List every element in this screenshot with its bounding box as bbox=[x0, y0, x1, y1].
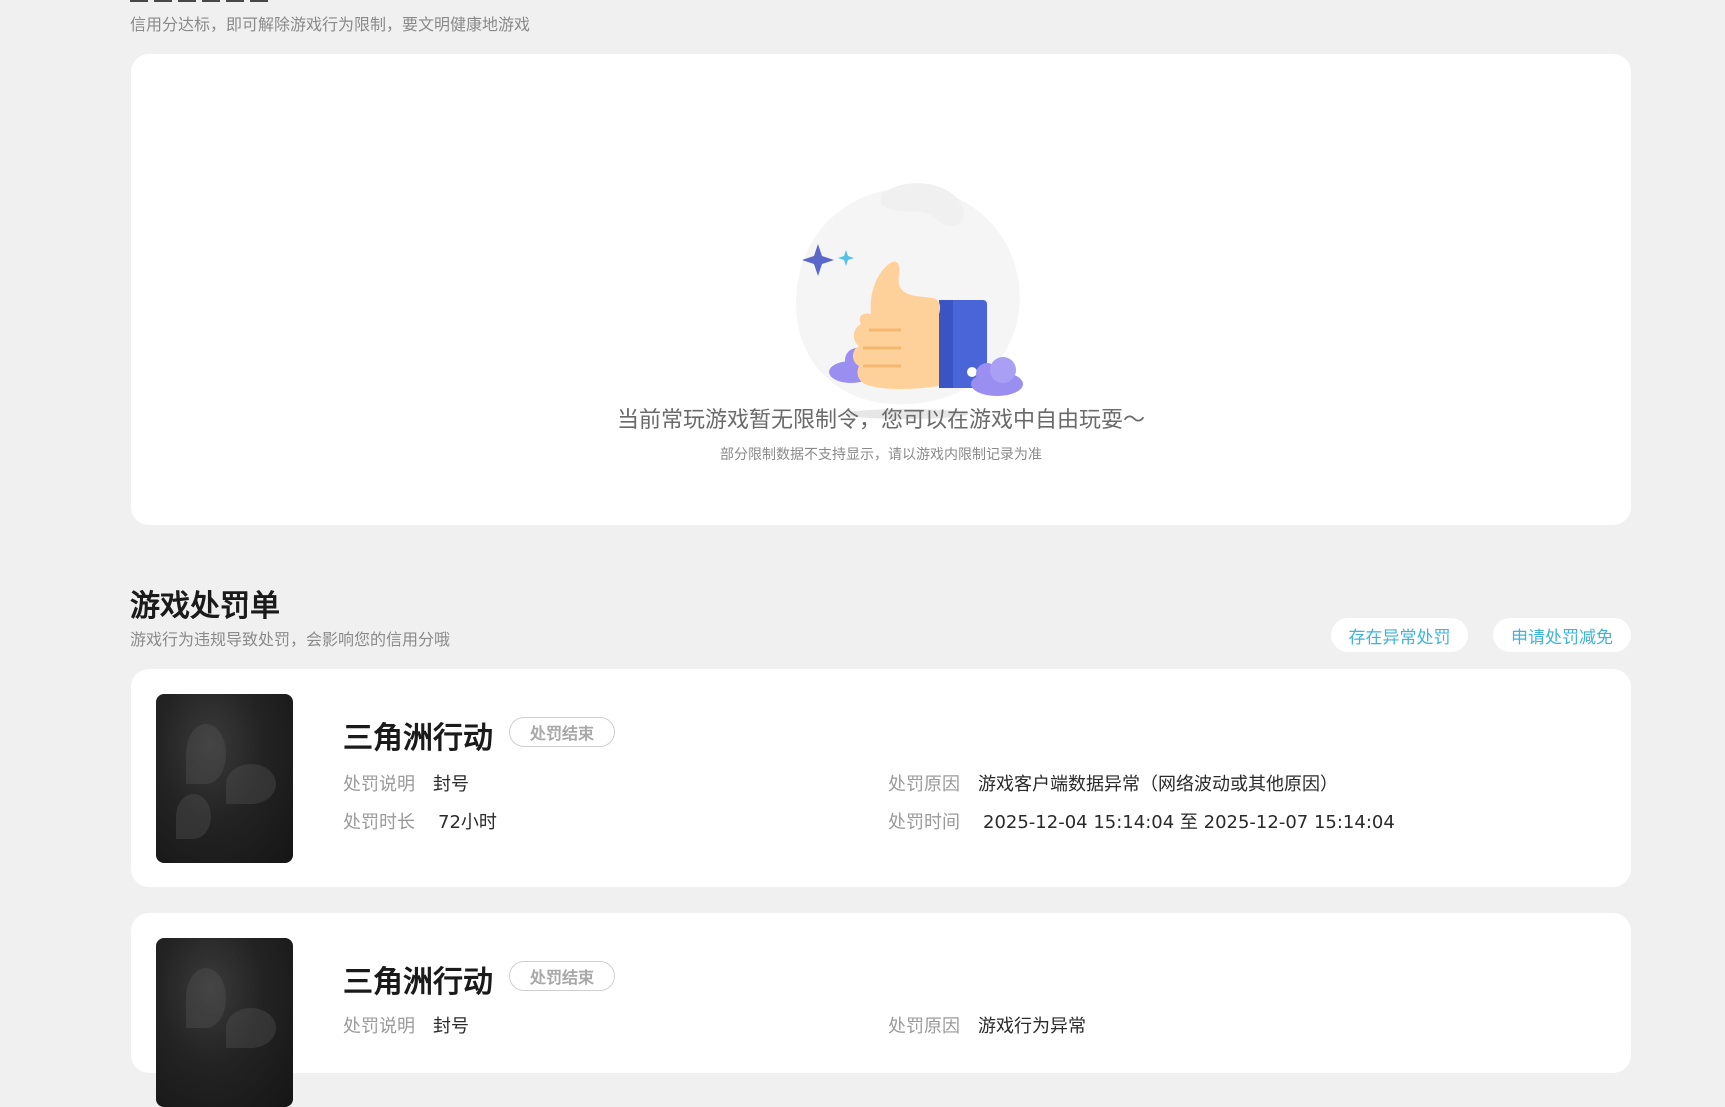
penalty-duration-label: 处罚时长 bbox=[343, 812, 415, 833]
game-thumbnail bbox=[156, 694, 293, 863]
penalty-time-value: 2025-12-04 15:14:04 至 2025-12-07 15:14:0… bbox=[983, 812, 1395, 833]
penalty-card: 三角洲行动 处罚结束 处罚说明 封号 处罚原因 游戏行为异常 bbox=[131, 913, 1631, 1107]
penalty-reason-value: 游戏客户端数据异常（网络波动或其他原因） bbox=[978, 774, 1338, 795]
penalty-section-title: 游戏处罚单 bbox=[130, 589, 280, 624]
penalty-subtitle: 游戏行为违规导致处罚，会影响您的信用分哦 bbox=[130, 630, 451, 649]
game-title: 三角洲行动 bbox=[343, 965, 493, 1000]
penalty-desc-value: 封号 bbox=[433, 774, 469, 795]
penalty-desc-label: 处罚说明 bbox=[343, 1016, 415, 1037]
empty-state-note: 部分限制数据不支持显示，请以游戏内限制记录为准 bbox=[720, 447, 1042, 463]
empty-state-title: 当前常玩游戏暂无限制令，您可以在游戏中自由玩耍～ bbox=[616, 408, 1145, 433]
status-badge: 处罚结束 bbox=[509, 961, 615, 991]
game-thumbnail bbox=[156, 938, 293, 1107]
abnormal-penalty-button[interactable]: 存在异常处罚 bbox=[1331, 618, 1468, 652]
penalty-desc-value: 封号 bbox=[433, 1016, 469, 1037]
penalty-duration-value: 72小时 bbox=[438, 812, 497, 833]
penalty-reason-value: 游戏行为异常 bbox=[978, 1016, 1086, 1037]
penalty-time-label: 处罚时间 bbox=[888, 812, 960, 833]
status-badge: 处罚结束 bbox=[509, 717, 615, 747]
penalty-reduction-button[interactable]: 申请处罚减免 bbox=[1493, 618, 1631, 652]
restriction-subtitle: 信用分达标，即可解除游戏行为限制，要文明健康地游戏 bbox=[130, 15, 531, 34]
restriction-card: 当前常玩游戏暂无限制令，您可以在游戏中自由玩耍～ 部分限制数据不支持显示，请以游… bbox=[131, 54, 1631, 525]
thumbs-up-icon bbox=[751, 124, 1051, 434]
game-title: 三角洲行动 bbox=[343, 721, 493, 756]
penalty-card: 三角洲行动 处罚结束 处罚说明 封号 处罚原因 游戏客户端数据异常（网络波动或其… bbox=[131, 669, 1631, 887]
penalty-reason-label: 处罚原因 bbox=[888, 1016, 960, 1037]
penalty-desc-label: 处罚说明 bbox=[343, 774, 415, 795]
penalty-reason-label: 处罚原因 bbox=[888, 774, 960, 795]
section-title-clipped bbox=[130, 0, 280, 2]
